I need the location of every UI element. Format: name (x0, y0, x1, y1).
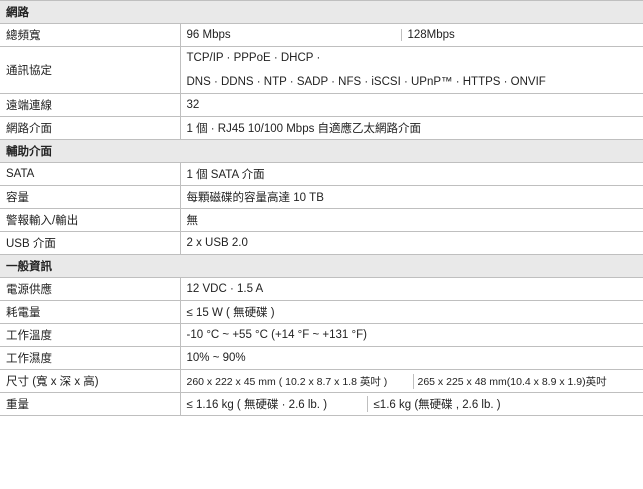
spec-row-bandwidth: 總頻寬 96 Mbps 128Mbps (0, 23, 643, 47)
spec-value: 1 個 · RJ45 10/100 Mbps 自適應乙太網路介面 (180, 116, 643, 140)
spec-row-usb: USB 介面 2 x USB 2.0 (0, 231, 643, 255)
spec-label: 尺寸 (寬 x 深 x 高) (0, 369, 181, 393)
spec-label: 警報輸入/輸出 (0, 208, 181, 232)
spec-value: ≤ 1.16 kg ( 無硬碟 · 2.6 lb. ) ≤1.6 kg (無硬碟… (180, 392, 643, 416)
spec-value: 每顆磁碟的容量高達 10 TB (180, 185, 643, 209)
spec-label: 電源供應 (0, 277, 181, 301)
protocol-line-1: TCP/IP · PPPoE · DHCP · (186, 52, 321, 64)
section-title: 網路 (0, 0, 643, 24)
section-header-network: 網路 (0, 0, 643, 24)
spec-row-sata: SATA 1 個 SATA 介面 (0, 162, 643, 186)
spec-label: 重量 (0, 392, 181, 416)
spec-label: 遠端連線 (0, 93, 181, 117)
spec-value: 10% ~ 90% (180, 346, 643, 370)
spec-value: -10 °C ~ +55 °C (+14 °F ~ +131 °F) (180, 323, 643, 347)
section-header-general: 一般資訊 (0, 254, 643, 278)
protocol-line-2: DNS · DDNS · NTP · SADP · NFS · iSCSI · … (186, 76, 546, 88)
spec-label: 耗電量 (0, 300, 181, 324)
section-title: 一般資訊 (0, 254, 643, 278)
spec-label: 工作溫度 (0, 323, 181, 347)
spec-value: 2 x USB 2.0 (180, 231, 643, 255)
spec-table: 網路 總頻寬 96 Mbps 128Mbps 通訊協定 TCP/IP · PPP… (0, 0, 643, 416)
spec-row-protocol: 通訊協定 TCP/IP · PPPoE · DHCP · DNS · DDNS … (0, 46, 643, 94)
spec-label: 容量 (0, 185, 181, 209)
spec-row-humidity: 工作濕度 10% ~ 90% (0, 346, 643, 370)
spec-value-model-b: 128Mbps (400, 29, 455, 41)
spec-row-netif: 網路介面 1 個 · RJ45 10/100 Mbps 自適應乙太網路介面 (0, 116, 643, 140)
spec-row-remote: 遠端連線 32 (0, 93, 643, 117)
spec-label: 網路介面 (0, 116, 181, 140)
spec-row-temp: 工作溫度 -10 °C ~ +55 °C (+14 °F ~ +131 °F) (0, 323, 643, 347)
spec-label: 總頻寬 (0, 23, 181, 47)
spec-value: 12 VDC · 1.5 A (180, 277, 643, 301)
spec-value-model-b: ≤1.6 kg (無硬碟 , 2.6 lb. ) (366, 396, 501, 412)
spec-value-model-a: 260 x 222 x 45 mm ( 10.2 x 8.7 x 1.8 英吋 … (186, 375, 388, 388)
spec-label: 工作濕度 (0, 346, 181, 370)
spec-label: USB 介面 (0, 231, 181, 255)
spec-value: 32 (180, 93, 643, 117)
spec-value: 260 x 222 x 45 mm ( 10.2 x 8.7 x 1.8 英吋 … (180, 369, 643, 393)
spec-value: TCP/IP · PPPoE · DHCP · DNS · DDNS · NTP… (180, 46, 643, 94)
spec-value: 96 Mbps 128Mbps (180, 23, 643, 47)
spec-label: 通訊協定 (0, 46, 181, 94)
spec-value: 1 個 SATA 介面 (180, 162, 643, 186)
spec-row-consumption: 耗電量 ≤ 15 W ( 無硬碟 ) (0, 300, 643, 324)
spec-row-weight: 重量 ≤ 1.16 kg ( 無硬碟 · 2.6 lb. ) ≤1.6 kg (… (0, 392, 643, 416)
spec-row-size: 尺寸 (寬 x 深 x 高) 260 x 222 x 45 mm ( 10.2 … (0, 369, 643, 393)
section-title: 輔助介面 (0, 139, 643, 163)
spec-row-capacity: 容量 每顆磁碟的容量高達 10 TB (0, 185, 643, 209)
spec-label: SATA (0, 162, 181, 186)
spec-value-model-b: 265 x 225 x 48 mm(10.4 x 8.9 x 1.9)英吋 (412, 373, 607, 389)
spec-row-alarm: 警報輸入/輸出 無 (0, 208, 643, 232)
spec-value: 無 (180, 208, 643, 232)
spec-value: ≤ 15 W ( 無硬碟 ) (180, 300, 643, 324)
spec-value-model-a: ≤ 1.16 kg ( 無硬碟 · 2.6 lb. ) (186, 399, 328, 411)
section-header-aux: 輔助介面 (0, 139, 643, 163)
spec-row-power: 電源供應 12 VDC · 1.5 A (0, 277, 643, 301)
spec-value-model-a: 96 Mbps (186, 29, 231, 41)
